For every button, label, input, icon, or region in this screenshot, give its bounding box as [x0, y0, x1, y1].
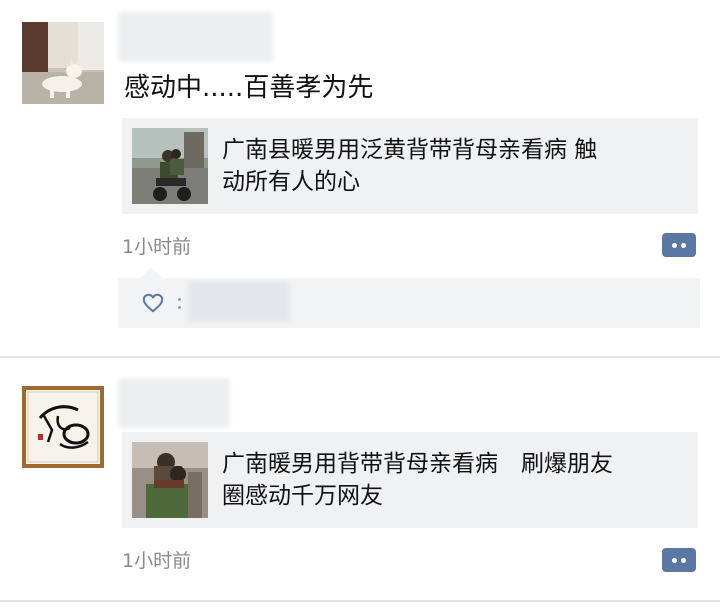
liker-name-blurred[interactable]: [188, 282, 290, 322]
author-name-blurred[interactable]: [118, 378, 230, 428]
author-avatar[interactable]: [22, 22, 104, 104]
feed-post: 感动中.....百善孝为先 广南县暖男用泛黄背带背母亲看病 触 动所有人的心 1…: [0, 0, 720, 356]
comment-icon[interactable]: [662, 548, 696, 572]
comment-dot: [672, 558, 677, 563]
link-title: 广南县暖男用泛黄背带背母亲看病 触 动所有人的心: [222, 137, 598, 195]
post-time: 1小时前: [122, 550, 192, 572]
comment-icon[interactable]: [662, 233, 696, 257]
heart-icon: [142, 293, 164, 313]
comment-dot: [681, 243, 686, 248]
shared-link-card[interactable]: 广南暖男用背带背母亲看病 刷爆朋友 圈感动千万网友: [122, 432, 698, 528]
post-divider: [0, 600, 720, 602]
man-carrying-mother-on-scooter-thumbnail: [132, 128, 208, 204]
dog-avatar-image: [22, 22, 104, 104]
calligraphy-avatar: [22, 386, 104, 468]
shared-link-card[interactable]: 广南县暖男用泛黄背带背母亲看病 触 动所有人的心: [122, 118, 698, 214]
post-time: 1小时前: [122, 236, 192, 258]
comment-dot: [681, 558, 686, 563]
link-title: 广南暖男用背带背母亲看病 刷爆朋友 圈感动千万网友: [222, 451, 613, 509]
author-avatar[interactable]: [22, 386, 104, 468]
man-carrying-mother-on-back-thumbnail: [132, 442, 208, 518]
link-thumbnail: [132, 128, 208, 204]
post-text: 感动中.....百善孝为先: [124, 73, 374, 103]
link-thumbnail: [132, 442, 208, 518]
likes-section: [118, 267, 700, 328]
comment-dot: [672, 243, 677, 248]
author-name-blurred[interactable]: [118, 12, 273, 62]
feed-post: 广南暖男用背带背母亲看病 刷爆朋友 圈感动千万网友 1小时前: [0, 358, 720, 598]
likes-separator: [176, 288, 184, 316]
